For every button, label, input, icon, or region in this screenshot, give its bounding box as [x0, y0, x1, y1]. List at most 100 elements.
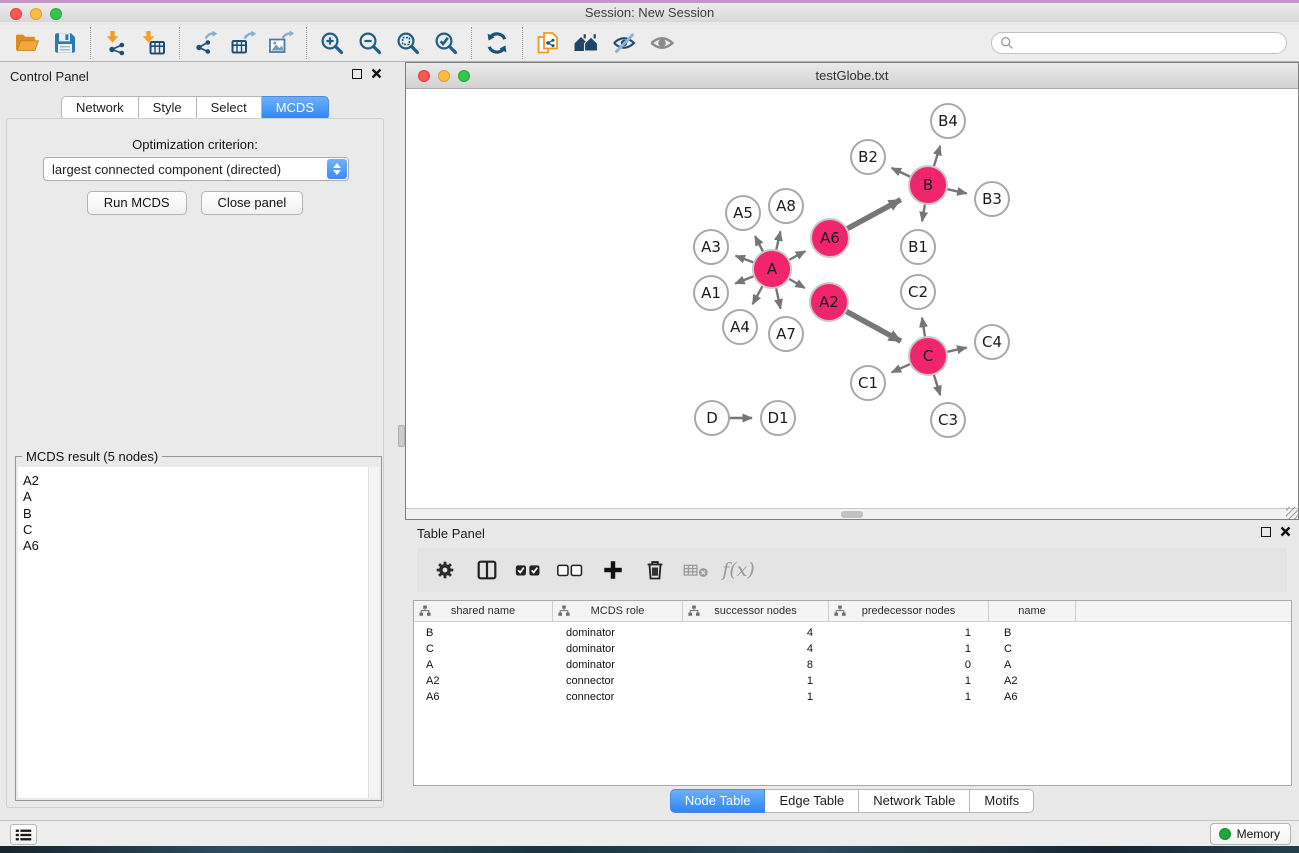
float-table-panel-icon[interactable] — [1261, 527, 1271, 537]
graph-edge-A-A1[interactable] — [735, 276, 754, 284]
graph-node-B4[interactable]: B4 — [931, 104, 965, 138]
graph-node-B1[interactable]: B1 — [901, 230, 935, 264]
cell[interactable]: 4 — [683, 627, 829, 639]
import-network-button[interactable] — [97, 27, 135, 59]
table-row-a[interactable]: Adominator80A — [414, 657, 1291, 673]
cell[interactable]: 1 — [829, 691, 989, 703]
graph-node-B3[interactable]: B3 — [975, 182, 1009, 216]
graph-node-A1[interactable]: A1 — [694, 276, 728, 310]
table-settings-button[interactable] — [431, 557, 458, 584]
tab-mcds[interactable]: MCDS — [262, 96, 329, 120]
table-row-a2[interactable]: A2connector11A2 — [414, 673, 1291, 689]
node-table[interactable]: shared nameMCDS rolesuccessor nodesprede… — [413, 600, 1292, 786]
tab-edge-table[interactable]: Edge Table — [765, 789, 859, 813]
float-panel-icon[interactable] — [352, 69, 362, 79]
result-item-a6[interactable]: A6 — [18, 538, 379, 554]
column-header-successor-nodes[interactable]: successor nodes — [683, 601, 829, 621]
select-all-button[interactable] — [515, 557, 542, 584]
network-maximize-button[interactable] — [458, 70, 470, 82]
delete-table-button[interactable] — [683, 557, 710, 584]
graph-edge-A-A4[interactable] — [753, 286, 763, 305]
show-hide-panel-button[interactable] — [643, 27, 681, 59]
create-column-button[interactable] — [599, 557, 626, 584]
table-row-c[interactable]: Cdominator41C — [414, 641, 1291, 657]
delete-column-button[interactable] — [641, 557, 668, 584]
zoom-in-button[interactable] — [313, 27, 351, 59]
graph-node-A3[interactable]: A3 — [694, 230, 728, 264]
graph-edge-A-A5[interactable] — [755, 236, 763, 252]
function-builder-button[interactable]: f(x) — [725, 557, 752, 584]
cell[interactable]: 8 — [683, 659, 829, 671]
close-panel-icon[interactable] — [371, 68, 382, 79]
result-item-c[interactable]: C — [18, 522, 379, 538]
graph-edge-B-B4[interactable] — [934, 146, 941, 167]
cell[interactable]: 4 — [683, 643, 829, 655]
graph-edge-C-C3[interactable] — [934, 374, 941, 395]
splitter-handle[interactable] — [398, 425, 405, 447]
cell[interactable]: connector — [553, 675, 683, 687]
column-header-predecessor-nodes[interactable]: predecessor nodes — [829, 601, 989, 621]
cell[interactable]: B — [414, 627, 553, 639]
cell[interactable]: dominator — [553, 627, 683, 639]
close-table-panel-icon[interactable] — [1280, 526, 1291, 537]
result-item-a2[interactable]: A2 — [18, 473, 379, 489]
cell[interactable]: A2 — [414, 675, 553, 687]
cell[interactable]: A — [989, 659, 1076, 671]
graph-edge-B-B1[interactable] — [922, 204, 925, 222]
deselect-all-button[interactable] — [557, 557, 584, 584]
network-canvas[interactable]: B4B2BB3B1A5A8A6A3AA1A2C2A4A7C4CC1C3DD1 — [406, 89, 1298, 508]
cell[interactable]: 1 — [829, 643, 989, 655]
cell[interactable]: 1 — [829, 627, 989, 639]
cell[interactable]: A — [414, 659, 553, 671]
close-panel-button[interactable]: Close panel — [201, 191, 304, 215]
cell[interactable]: 0 — [829, 659, 989, 671]
tab-network[interactable]: Network — [61, 96, 139, 120]
table-row-a6[interactable]: A6connector11A6 — [414, 689, 1291, 705]
result-list-scrollbar[interactable] — [368, 467, 379, 798]
optimization-criterion-select[interactable]: largest connected component (directed) — [43, 157, 349, 181]
cell[interactable]: 1 — [829, 675, 989, 687]
refresh-view-button[interactable] — [478, 27, 516, 59]
graph-node-D[interactable]: D — [695, 401, 729, 435]
task-history-button[interactable] — [10, 824, 37, 845]
graph-edge-A-A6[interactable] — [789, 251, 806, 260]
network-hscrollbar[interactable] — [406, 508, 1298, 519]
graph-node-C1[interactable]: C1 — [851, 366, 885, 400]
graph-edge-A-A7[interactable] — [776, 288, 781, 309]
result-item-b[interactable]: B — [18, 506, 379, 522]
panel-splitter[interactable] — [390, 62, 405, 820]
network-close-button[interactable] — [418, 70, 430, 82]
zoom-selected-button[interactable] — [427, 27, 465, 59]
zoom-out-button[interactable] — [351, 27, 389, 59]
cell[interactable]: A6 — [414, 691, 553, 703]
minimize-window-button[interactable] — [30, 8, 42, 20]
maximize-window-button[interactable] — [50, 8, 62, 20]
graph-edge-C-C2[interactable] — [922, 318, 925, 338]
graph-edge-A-A3[interactable] — [736, 256, 755, 263]
show-graphics-details-button[interactable] — [605, 27, 643, 59]
run-mcds-button[interactable]: Run MCDS — [87, 191, 187, 215]
graph-edge-C-C1[interactable] — [892, 364, 911, 373]
memory-button[interactable]: Memory — [1210, 823, 1291, 845]
zoom-fit-button[interactable] — [389, 27, 427, 59]
go-home-button[interactable] — [567, 27, 605, 59]
graph-node-A2[interactable]: A2 — [810, 283, 848, 321]
cell[interactable]: A2 — [989, 675, 1076, 687]
graph-node-B[interactable]: B — [909, 166, 947, 204]
tab-node-table[interactable]: Node Table — [670, 789, 766, 813]
save-session-button[interactable] — [46, 27, 84, 59]
mcds-result-list[interactable]: A2ABCA6 — [18, 467, 379, 798]
graph-edge-B-B2[interactable] — [892, 168, 911, 177]
table-row-b[interactable]: Bdominator41B — [414, 625, 1291, 641]
tab-network-table[interactable]: Network Table — [859, 789, 970, 813]
cell[interactable]: 1 — [683, 691, 829, 703]
graph-node-C[interactable]: C — [909, 337, 947, 375]
graph-node-A6[interactable]: A6 — [811, 219, 849, 257]
split-columns-button[interactable] — [473, 557, 500, 584]
graph-edge-A2-C[interactable] — [846, 311, 901, 341]
column-header-name[interactable]: name — [989, 601, 1076, 621]
graph-node-A4[interactable]: A4 — [723, 310, 757, 344]
window-resize-grip[interactable] — [1286, 507, 1298, 519]
close-window-button[interactable] — [10, 8, 22, 20]
cell[interactable]: 1 — [683, 675, 829, 687]
